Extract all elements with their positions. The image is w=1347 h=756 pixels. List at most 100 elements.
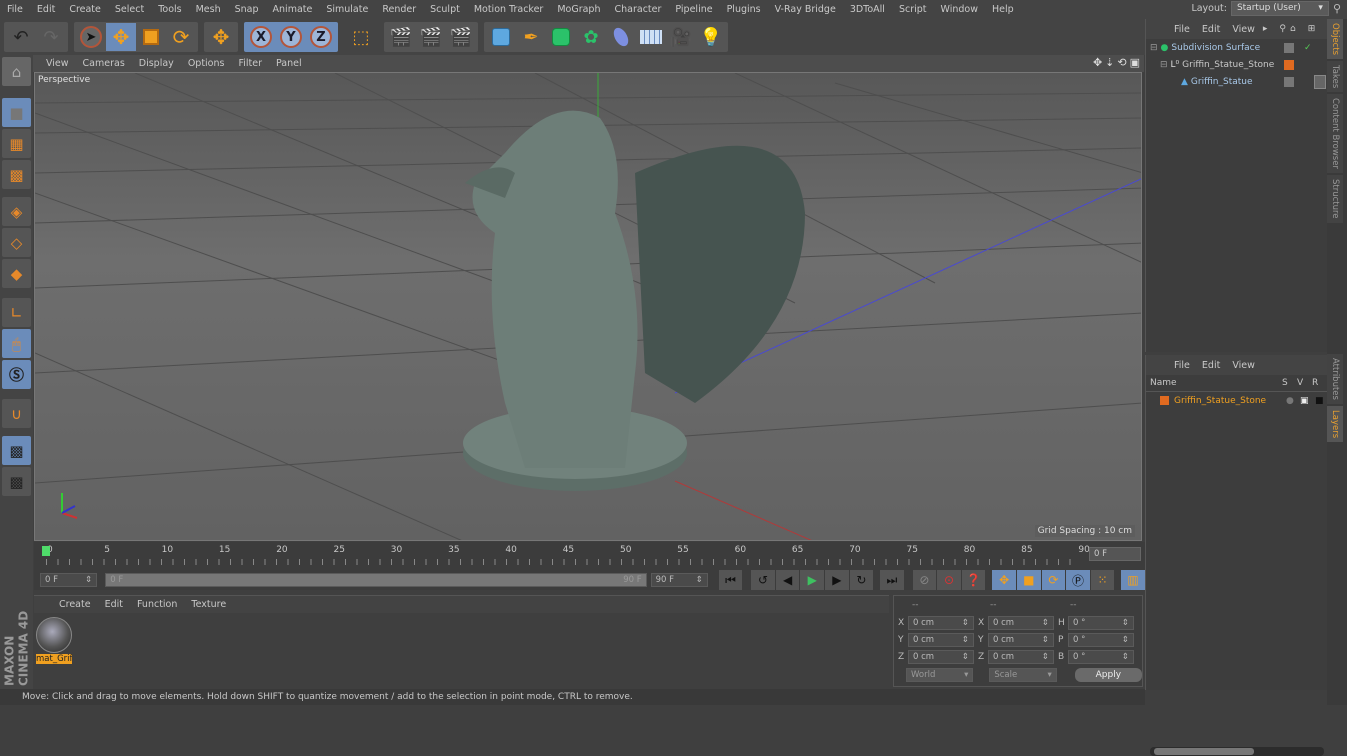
tab-structure[interactable]: Structure bbox=[1327, 175, 1343, 223]
points-mode-button[interactable]: ◈ bbox=[2, 197, 31, 226]
search-icon[interactable]: ⚲ bbox=[1333, 2, 1341, 15]
autokey-button[interactable]: ⊙ bbox=[937, 570, 961, 590]
next-key-button[interactable]: ↻ bbox=[849, 570, 874, 590]
edges-mode-button[interactable]: ◇ bbox=[2, 228, 31, 257]
menu-mesh[interactable]: Mesh bbox=[189, 4, 228, 15]
menu-pipeline[interactable]: Pipeline bbox=[668, 4, 719, 15]
timeline-window-button[interactable]: ▥ bbox=[1121, 570, 1145, 590]
position-y-field[interactable]: 0 cm ⇕ bbox=[908, 632, 974, 647]
viewport[interactable]: Perspective Grid Spacing : 10 cm bbox=[34, 72, 1142, 541]
object-menu-view[interactable]: View bbox=[1226, 24, 1261, 35]
menu-script[interactable]: Script bbox=[892, 4, 934, 15]
object-menu-edit[interactable]: Edit bbox=[1196, 24, 1226, 35]
layer-row[interactable]: Griffin_Statue_Stone ● ▣ ■ bbox=[1146, 392, 1327, 409]
menu-plugins[interactable]: Plugins bbox=[720, 4, 768, 15]
enabled-check-icon[interactable]: ✓ bbox=[1304, 43, 1312, 53]
menu-animate[interactable]: Animate bbox=[266, 4, 320, 15]
go-to-start-button[interactable]: ⏮ bbox=[718, 570, 743, 590]
play-button[interactable]: ▶ bbox=[800, 570, 824, 590]
viewport-menu-options[interactable]: Options bbox=[181, 58, 232, 69]
subdivision-button[interactable] bbox=[546, 23, 576, 51]
edit-toggle-icon[interactable] bbox=[1284, 42, 1294, 53]
tab-objects[interactable]: Objects bbox=[1327, 19, 1343, 60]
z-axis-lock-button[interactable]: Z bbox=[306, 23, 336, 51]
timeline[interactable]: 051015202530354045505560657075808590 0 F bbox=[34, 542, 1145, 570]
menu-vray-bridge[interactable]: V-Ray Bridge bbox=[768, 4, 843, 15]
menu-render[interactable]: Render bbox=[375, 4, 423, 15]
layer-menu-view[interactable]: View bbox=[1226, 360, 1261, 371]
material-tag-icon[interactable] bbox=[1314, 74, 1326, 89]
collapse-icon[interactable]: ⊟ bbox=[1160, 60, 1168, 70]
viewport-menu-cameras[interactable]: Cameras bbox=[76, 58, 132, 69]
size-z-field[interactable]: 0 cm ⇕ bbox=[988, 649, 1054, 664]
menu-sculpt[interactable]: Sculpt bbox=[423, 4, 467, 15]
coordinate-system-button[interactable]: ⬚ bbox=[346, 23, 376, 51]
maximize-view-icon[interactable]: ▣ bbox=[1130, 56, 1140, 69]
material-menu-texture[interactable]: Texture bbox=[184, 599, 233, 610]
object-row-griffin-statue[interactable]: ▲ Griffin_Statue bbox=[1146, 73, 1327, 90]
viewport-menu-panel[interactable]: Panel bbox=[269, 58, 309, 69]
position-x-field[interactable]: 0 cm ⇕ bbox=[908, 615, 974, 630]
new-window-icon[interactable]: ⊞ bbox=[1308, 24, 1316, 34]
rotation-p-field[interactable]: 0 ° ⇕ bbox=[1068, 632, 1134, 647]
menu-help[interactable]: Help bbox=[985, 4, 1021, 15]
mograph-cloner-button[interactable]: ✿ bbox=[576, 23, 606, 51]
keyframe-selection-button[interactable]: ❓ bbox=[961, 570, 986, 590]
orbit-icon[interactable]: ⟲ bbox=[1117, 56, 1126, 69]
end-frame-field[interactable]: 90 F ⇕ bbox=[650, 573, 708, 587]
dolly-icon[interactable]: ⇣ bbox=[1105, 56, 1114, 69]
menu-tools[interactable]: Tools bbox=[151, 4, 188, 15]
pan-icon[interactable]: ✥ bbox=[1093, 56, 1102, 69]
layer-color-swatch[interactable] bbox=[1160, 396, 1169, 405]
object-menu-file[interactable]: File bbox=[1168, 24, 1196, 35]
object-row-griffin-statue-stone[interactable]: ⊟ L⁰ Griffin_Statue_Stone bbox=[1146, 56, 1327, 73]
axis-mode-button[interactable]: ∟ bbox=[2, 298, 31, 327]
tab-content-browser[interactable]: Content Browser bbox=[1327, 94, 1343, 174]
workplane-mode-button[interactable]: ▩ bbox=[2, 160, 31, 189]
y-axis-lock-button[interactable]: Y bbox=[276, 23, 306, 51]
move-tool-button[interactable]: ✥ bbox=[106, 23, 136, 51]
key-position-button[interactable]: ✥ bbox=[992, 570, 1016, 590]
menu-simulate[interactable]: Simulate bbox=[319, 4, 375, 15]
viewport-menu-view[interactable]: View bbox=[39, 58, 76, 69]
floor-button[interactable] bbox=[636, 23, 666, 51]
rotation-b-field[interactable]: 0 ° ⇕ bbox=[1068, 649, 1134, 664]
material-menu-function[interactable]: Function bbox=[130, 599, 184, 610]
tweak-mode-button[interactable]: 🖱 bbox=[2, 329, 31, 358]
live-selection-button[interactable]: ➤ bbox=[76, 23, 106, 51]
scrollbar-thumb[interactable] bbox=[1154, 748, 1254, 755]
previous-frame-button[interactable]: ◀ bbox=[775, 570, 800, 590]
object-row-subdivision[interactable]: ⊟ ● Subdivision Surface ✓ bbox=[1146, 39, 1327, 56]
snap-button[interactable]: ∪ bbox=[2, 399, 31, 428]
viewport-menu-filter[interactable]: Filter bbox=[231, 58, 269, 69]
key-scale-button[interactable]: ■ bbox=[1016, 570, 1041, 590]
workplane-lock-button[interactable]: ▩ bbox=[2, 436, 31, 465]
layer-menu-file[interactable]: File bbox=[1168, 360, 1196, 371]
scale-tool-button[interactable] bbox=[136, 23, 166, 51]
rotation-h-field[interactable]: 0 ° ⇕ bbox=[1068, 615, 1134, 630]
home-icon[interactable]: ⌂ bbox=[1290, 24, 1296, 34]
make-editable-button[interactable]: ⌂ bbox=[2, 57, 31, 86]
render-view-button[interactable]: 🎬 bbox=[386, 23, 416, 51]
layout-dropdown[interactable]: Startup (User) ▾ bbox=[1230, 1, 1329, 16]
light-button[interactable]: 💡 bbox=[696, 23, 726, 51]
key-pla-button[interactable]: ⁙ bbox=[1090, 570, 1115, 590]
x-axis-lock-button[interactable]: X bbox=[246, 23, 276, 51]
solo-toggle-icon[interactable]: ● bbox=[1286, 396, 1294, 406]
layer-menu-edit[interactable]: Edit bbox=[1196, 360, 1226, 371]
menu-create[interactable]: Create bbox=[62, 4, 108, 15]
tab-layers[interactable]: Layers bbox=[1327, 405, 1343, 443]
menu-mograph[interactable]: MoGraph bbox=[550, 4, 607, 15]
rotate-tool-button[interactable]: ⟳ bbox=[166, 23, 196, 51]
texture-mode-button[interactable]: ▦ bbox=[2, 129, 31, 158]
layer-horizontal-scrollbar[interactable] bbox=[1150, 747, 1324, 756]
key-rotation-button[interactable]: ⟳ bbox=[1041, 570, 1066, 590]
current-frame-field[interactable]: 0 F bbox=[1089, 547, 1141, 561]
edit-toggle-icon[interactable] bbox=[1284, 76, 1294, 87]
menu-motion-tracker[interactable]: Motion Tracker bbox=[467, 4, 551, 15]
viewport-menu-display[interactable]: Display bbox=[132, 58, 181, 69]
menu-edit[interactable]: Edit bbox=[30, 4, 62, 15]
start-frame-field[interactable]: 0 F ⇕ bbox=[40, 573, 98, 587]
go-to-end-button[interactable]: ⏭ bbox=[880, 570, 904, 590]
redo-button[interactable]: ↷ bbox=[36, 23, 66, 51]
